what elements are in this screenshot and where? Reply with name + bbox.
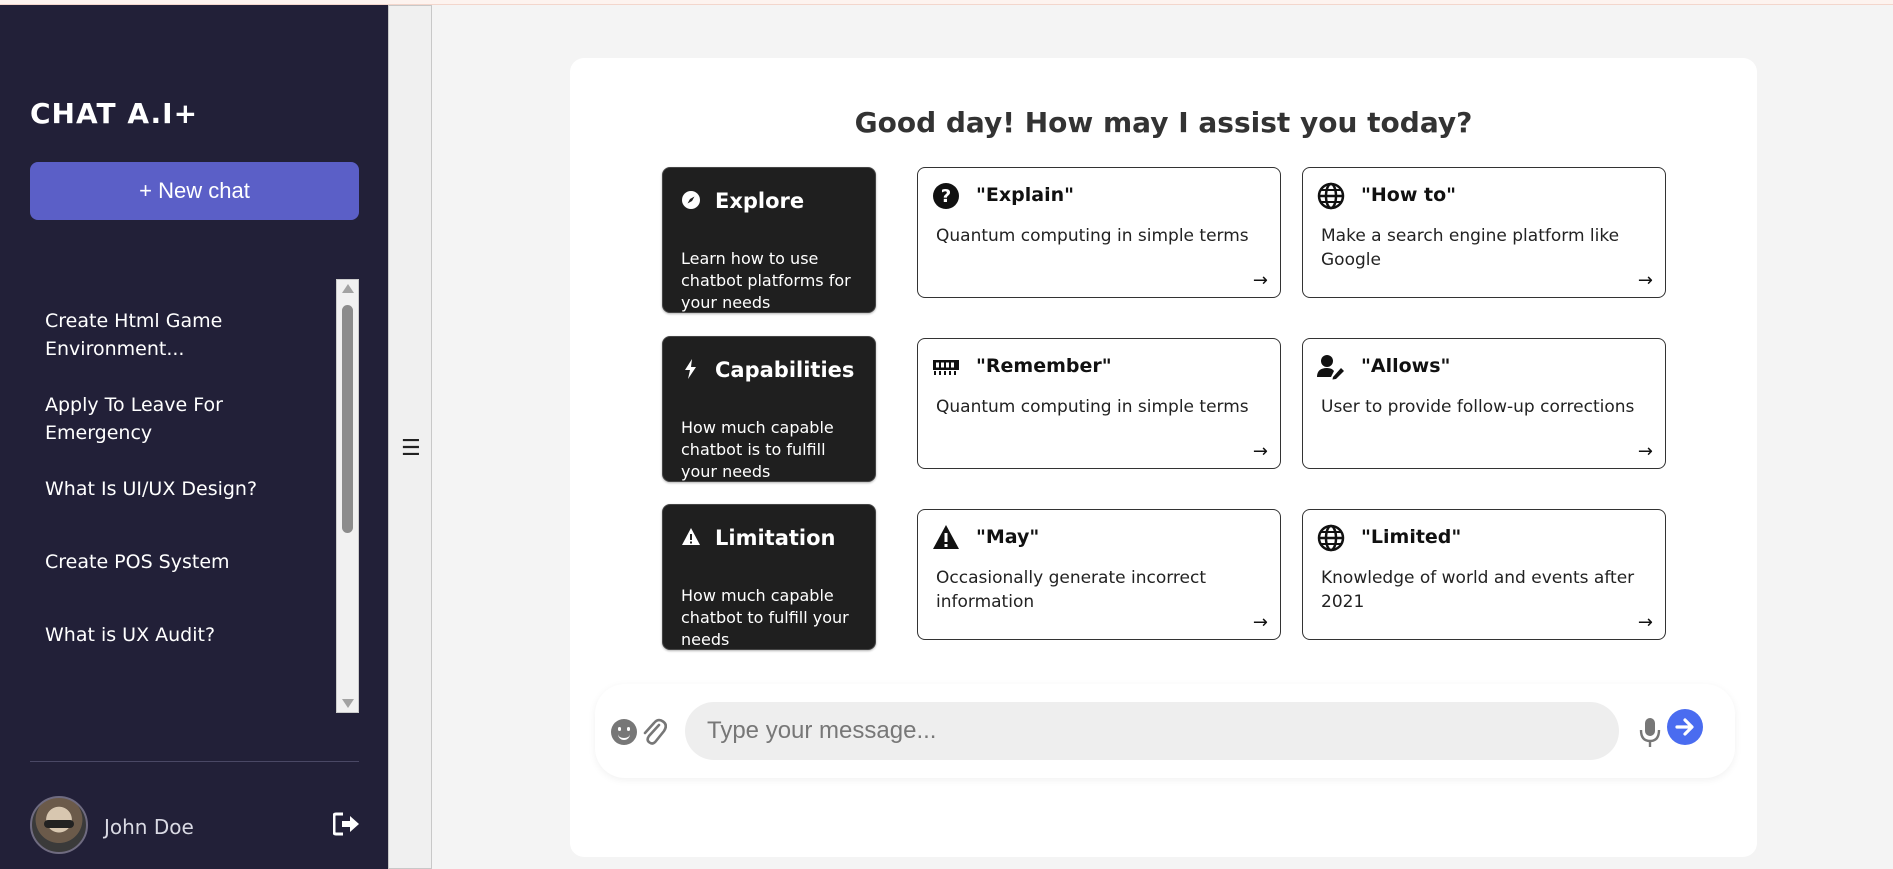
logout-icon[interactable] <box>332 812 361 836</box>
prompt-card-how-to[interactable]: "How to" Make a search engine platform l… <box>1302 167 1666 298</box>
scroll-down-arrow-icon[interactable] <box>342 699 354 708</box>
card-description: Make a search engine platform like Googl… <box>1321 226 1620 270</box>
globe-icon <box>1317 524 1345 552</box>
prompt-card-allows[interactable]: "Allows" User to provide follow-up corre… <box>1302 338 1666 469</box>
card-description: Quantum computing in simple terms <box>936 226 1249 246</box>
greeting-heading: Good day! How may I assist you today? <box>854 106 1473 139</box>
history-item[interactable]: Create Html Game Environment... <box>45 307 295 363</box>
arrow-right-icon: → <box>1637 270 1653 291</box>
card-title: "Explain" <box>976 184 1075 206</box>
card-title: "May" <box>976 526 1040 548</box>
prompt-card-may[interactable]: "May" Occasionally generate incorrect in… <box>917 509 1281 640</box>
app-brand: CHAT A.I+ <box>30 97 199 130</box>
sidebar-toggle-strip: ☰ <box>388 5 432 869</box>
category-title: Explore <box>715 189 805 213</box>
chat-history-list: Create Html Game Environment... Apply To… <box>30 275 335 709</box>
svg-text:?: ? <box>941 186 951 207</box>
message-composer <box>595 684 1735 778</box>
arrow-right-icon: → <box>1637 612 1653 633</box>
main-panel: Good day! How may I assist you today? Ex… <box>570 58 1757 857</box>
history-item[interactable]: Apply To Leave For Emergency <box>45 391 295 447</box>
scroll-thumb[interactable] <box>342 305 353 533</box>
new-chat-button[interactable]: + New chat <box>30 162 359 220</box>
avatar <box>30 796 88 854</box>
card-description: Quantum computing in simple terms <box>936 397 1249 417</box>
category-description: How much capable chatbot is to fulfill y… <box>681 418 834 481</box>
category-title: Capabilities <box>715 358 855 382</box>
arrow-right-icon: → <box>1637 441 1653 462</box>
category-description: Learn how to use chatbot platforms for y… <box>681 249 851 312</box>
prompt-card-limited[interactable]: "Limited" Knowledge of world and events … <box>1302 509 1666 640</box>
prompt-card-remember[interactable]: "Remember" Quantum computing in simple t… <box>917 338 1281 469</box>
globe-icon <box>1317 182 1345 210</box>
user-edit-icon <box>1317 353 1345 381</box>
message-input[interactable] <box>685 702 1619 760</box>
emoji-icon[interactable] <box>611 719 637 745</box>
history-item[interactable]: Create POS System <box>45 548 295 576</box>
warning-icon <box>681 527 701 547</box>
arrow-right-icon: → <box>1252 441 1268 462</box>
category-card-capabilities[interactable]: Capabilities How much capable chatbot is… <box>662 336 876 482</box>
category-card-explore[interactable]: Explore Learn how to use chatbot platfor… <box>662 167 876 313</box>
bolt-icon <box>681 359 701 379</box>
category-card-limitation[interactable]: Limitation How much capable chatbot to f… <box>662 504 876 650</box>
arrow-right-circle-icon <box>1675 718 1694 736</box>
sidebar: CHAT A.I+ + New chat Create Html Game En… <box>0 5 388 869</box>
sidebar-divider <box>30 761 359 762</box>
card-description: Occasionally generate incorrect informat… <box>936 568 1207 612</box>
card-title: "How to" <box>1361 184 1457 206</box>
card-title: "Limited" <box>1361 526 1462 548</box>
memory-icon <box>932 353 960 381</box>
card-description: Knowledge of world and events after 2021 <box>1321 568 1635 612</box>
prompt-card-explain[interactable]: ? "Explain" Quantum computing in simple … <box>917 167 1281 298</box>
card-title: "Remember" <box>976 355 1112 377</box>
compass-icon <box>681 190 701 210</box>
category-description: How much capable chatbot to fulfill your… <box>681 586 849 649</box>
scroll-up-arrow-icon[interactable] <box>342 284 354 293</box>
question-circle-icon: ? <box>932 182 960 210</box>
card-title: "Allows" <box>1361 355 1451 377</box>
category-title: Limitation <box>715 526 836 550</box>
card-description: User to provide follow-up corrections <box>1321 397 1635 417</box>
paperclip-icon[interactable] <box>641 717 668 747</box>
arrow-right-icon: → <box>1252 612 1268 633</box>
user-name: John Doe <box>104 815 194 839</box>
microphone-icon[interactable] <box>1639 714 1661 750</box>
history-scrollbar[interactable] <box>336 279 359 713</box>
send-button[interactable] <box>1667 709 1703 745</box>
warning-icon <box>932 524 960 552</box>
history-item[interactable]: What is UX Audit? <box>45 621 295 649</box>
history-item[interactable]: What Is UI/UX Design? <box>45 475 295 503</box>
menu-toggle-icon[interactable]: ☰ <box>401 436 421 461</box>
arrow-right-icon: → <box>1252 270 1268 291</box>
